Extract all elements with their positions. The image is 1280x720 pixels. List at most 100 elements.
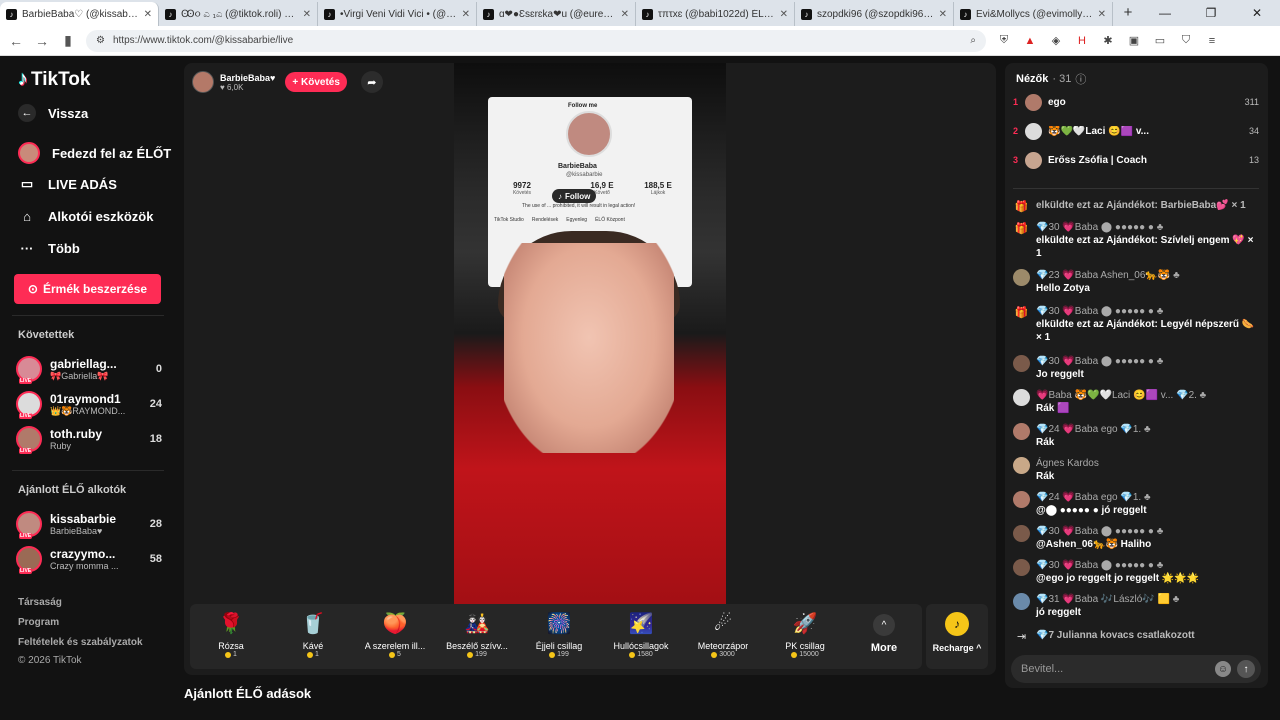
gift-item[interactable]: 🌠 Hullócsillagok 1580 <box>600 604 682 669</box>
address-bar[interactable]: ⚙ https://www.tiktok.com/@kissabarbie/li… <box>86 29 986 52</box>
followed-account[interactable]: LIVE crazyymo... Crazy momma ... 58 <box>16 544 162 574</box>
gift-item[interactable]: 🥤 Kávé 1 <box>272 604 354 669</box>
browser-tab-bar: ♪ BarbieBaba♡ (@kissabarbi ✕ ♪ Ꙭ૦ ಎ ₁ಎ (@tik… <box>0 0 1280 26</box>
avatar[interactable] <box>1013 457 1030 474</box>
buy-coins-button[interactable]: ⊙ Érmék beszerzése <box>14 274 161 304</box>
gift-icon: 🌠 <box>628 613 654 635</box>
recharge-button[interactable]: ♪ Recharge ^ <box>926 604 988 669</box>
message-meta: 💎30 💗Baba ⬤ ●●●●● ● ♣ <box>1036 356 1164 367</box>
followed-account[interactable]: LIVE gabriellag... 🎀Gabriella🎀 0 <box>16 354 162 384</box>
extension-hls-icon[interactable]: H <box>1074 35 1090 47</box>
brave-rewards-icon[interactable]: ▲ <box>1022 35 1038 47</box>
browser-tab-title: BarbieBaba♡ (@kissabarbi <box>22 8 139 20</box>
message-body: 💎30 💗Baba ⬤ ●●●●● ● ♣ @ego jo reggelt jo … <box>1036 559 1261 585</box>
close-window-button[interactable]: ✕ <box>1234 0 1280 26</box>
follow-button[interactable]: + Követés <box>285 72 347 92</box>
extensions-icon[interactable]: ✱ <box>1100 34 1116 47</box>
new-tab-button[interactable]: + <box>1113 2 1143 26</box>
back-arrow-icon[interactable]: ← <box>8 33 24 49</box>
bookmark-icon[interactable]: ▮ <box>60 32 76 49</box>
avatar[interactable] <box>1013 559 1030 576</box>
help-icon[interactable]: ⓘ <box>1075 71 1086 87</box>
sidebar-item-live[interactable]: ▭ LIVE ADÁS <box>18 175 117 193</box>
followed-account[interactable]: LIVE toth.ruby Ruby 18 <box>16 424 162 454</box>
more-gifts-button[interactable]: ^ More <box>846 604 922 669</box>
chat-input[interactable] <box>1021 663 1209 675</box>
tiktok-logo[interactable]: ♪ TikTok <box>18 68 90 91</box>
chat-message: 💎31 💗Baba 🎶László🎶 🟨 ♣ jó reggelt <box>1013 593 1261 619</box>
back-link[interactable]: ← Vissza <box>18 104 88 122</box>
sidebar-item-label: Alkotói eszközök <box>48 208 154 224</box>
live-video[interactable]: Follow me BarbieBaba @kissabarbie 9972 Kö… <box>454 63 726 604</box>
top-viewer-row[interactable]: 3 Erőss Zsófia | Coach 13 <box>1013 149 1259 171</box>
host-avatar[interactable] <box>192 71 214 93</box>
host-name[interactable]: BarbieBaba♥ <box>220 73 275 83</box>
wallet-icon[interactable]: ▭ <box>1152 34 1168 47</box>
browser-tab[interactable]: ♪ ɑ❤●Ɛsɛrɛka❤u (@eurekaeuro ✕ <box>477 2 636 26</box>
avatar[interactable] <box>1013 491 1030 508</box>
followed-account[interactable]: LIVE kissabarbie BarbieBaba♥ 28 <box>16 509 162 539</box>
close-tab-icon[interactable]: ✕ <box>621 9 629 20</box>
message-text: Rák 🟪 <box>1036 403 1070 414</box>
close-tab-icon[interactable]: ✕ <box>462 9 470 20</box>
close-tab-icon[interactable]: ✕ <box>939 9 947 20</box>
zoom-icon[interactable]: ⌕ <box>970 35 976 46</box>
gift-icon: 🍑 <box>382 613 408 635</box>
chat-messages[interactable]: 🎁 elküldte ezt az Ajándékot: BarbieBaba💕 … <box>1005 199 1268 643</box>
send-icon[interactable]: ↑ <box>1237 660 1255 678</box>
browser-tab[interactable]: ♪ •Virgi Veni Vidi Vici • (@virgivenivic ✕ <box>318 2 477 26</box>
copyright: © 2026 TikTok <box>18 655 82 666</box>
viewers-title: Nézők <box>1016 73 1049 85</box>
sidebar-item-more[interactable]: ··· Több <box>18 239 80 257</box>
top-viewer-row[interactable]: 1 ego 311 <box>1013 91 1259 113</box>
close-tab-icon[interactable]: ✕ <box>144 9 152 20</box>
menu-icon[interactable]: ≡ <box>1204 35 1220 47</box>
avatar[interactable] <box>1013 355 1030 372</box>
coin-icon <box>711 651 718 658</box>
avatar[interactable] <box>1013 269 1030 286</box>
avatar[interactable] <box>1013 389 1030 406</box>
brave-shield-icon[interactable]: ⛨ <box>996 34 1012 47</box>
browser-tab[interactable]: ♪ Ꙭ૦ ಎ ₁ಎ (@tiktok.roli) ÉLŐ adá ✕ <box>159 2 318 26</box>
browser-toolbar: ← → ▮ ⚙ https://www.tiktok.com/@kissabar… <box>0 26 1280 56</box>
footer-link-company[interactable]: Társaság <box>18 597 62 608</box>
message-meta: 💗Baba 🐯💚🤍Laci 😊🟪 v... 💎2. ♣ <box>1036 390 1207 401</box>
sidebar-item-explore-live[interactable]: Fedezd fel az ÉLŐT <box>18 142 171 164</box>
minimize-button[interactable]: — <box>1142 0 1188 26</box>
account-name: kissabarbie <box>50 512 117 526</box>
close-tab-icon[interactable]: ✕ <box>780 9 788 20</box>
vpn-icon[interactable]: ⛉ <box>1178 34 1194 47</box>
browser-tab[interactable]: ♪ Evi&Mollycs (@evimolly2) ÉLŐ adá ✕ <box>954 2 1113 26</box>
message-body: Ágnes Kardos Rák <box>1036 457 1261 483</box>
gift-item[interactable]: 🎆 Éjjeli csillag 199 <box>518 604 600 669</box>
maximize-button[interactable]: ❐ <box>1188 0 1234 26</box>
extension-shield-icon[interactable]: ◈ <box>1048 34 1064 47</box>
emoji-icon[interactable]: ☺ <box>1215 661 1231 677</box>
gift-item[interactable]: 🍑 A szerelem ill... 5 <box>354 604 436 669</box>
message-meta: 💎30 💗Baba ⬤ ●●●●● ● ♣ <box>1036 560 1164 571</box>
gift-item[interactable]: 🚀 PK csillag 15000 <box>764 604 846 669</box>
footer-link-program[interactable]: Program <box>18 617 59 628</box>
top-viewer-row[interactable]: 2 🐯💚🤍Laci 😊🟪 v... 34 <box>1013 120 1259 142</box>
site-settings-icon[interactable]: ⚙ <box>96 35 105 46</box>
gift-item[interactable]: 🌹 Rózsa 1 <box>190 604 272 669</box>
avatar[interactable] <box>1013 525 1030 542</box>
browser-tab[interactable]: ♪ τπτxɛ (@babi1022d) ÉLŐ adásbo ✕ <box>636 2 795 26</box>
avatar[interactable] <box>1013 593 1030 610</box>
gift-price: 199 <box>549 651 569 658</box>
message-text: elküldte ezt az Ajándékot: Szívlelj enge… <box>1036 235 1254 259</box>
followed-account[interactable]: LIVE 01raymond1 👑🐯RAYMOND... 24 <box>16 389 162 419</box>
close-tab-icon[interactable]: ✕ <box>303 9 311 20</box>
share-icon[interactable]: ➦ <box>360 71 383 93</box>
footer-link-terms[interactable]: Feltételek és szabályzatok <box>18 637 143 648</box>
message-body: 💎24 💗Baba ego 💎1. ♣ Rák <box>1036 423 1261 449</box>
browser-tab[interactable]: ♪ szopdki96 (@szopdki96) ÉLŐ adá ✕ <box>795 2 954 26</box>
sidebar-item-creator-tools[interactable]: ⌂ Alkotói eszközök <box>18 207 153 225</box>
avatar[interactable] <box>1013 423 1030 440</box>
browser-tab[interactable]: ♪ BarbieBaba♡ (@kissabarbi ✕ <box>0 2 159 26</box>
close-tab-icon[interactable]: ✕ <box>1098 9 1106 20</box>
sidebar-toggle-icon[interactable]: ▣ <box>1126 34 1142 47</box>
gift-item[interactable]: 🎎 Beszélő szívv... 199 <box>436 604 518 669</box>
gift-item[interactable]: ☄ Meteorzápor 3000 <box>682 604 764 669</box>
forward-arrow-icon[interactable]: → <box>34 33 50 49</box>
